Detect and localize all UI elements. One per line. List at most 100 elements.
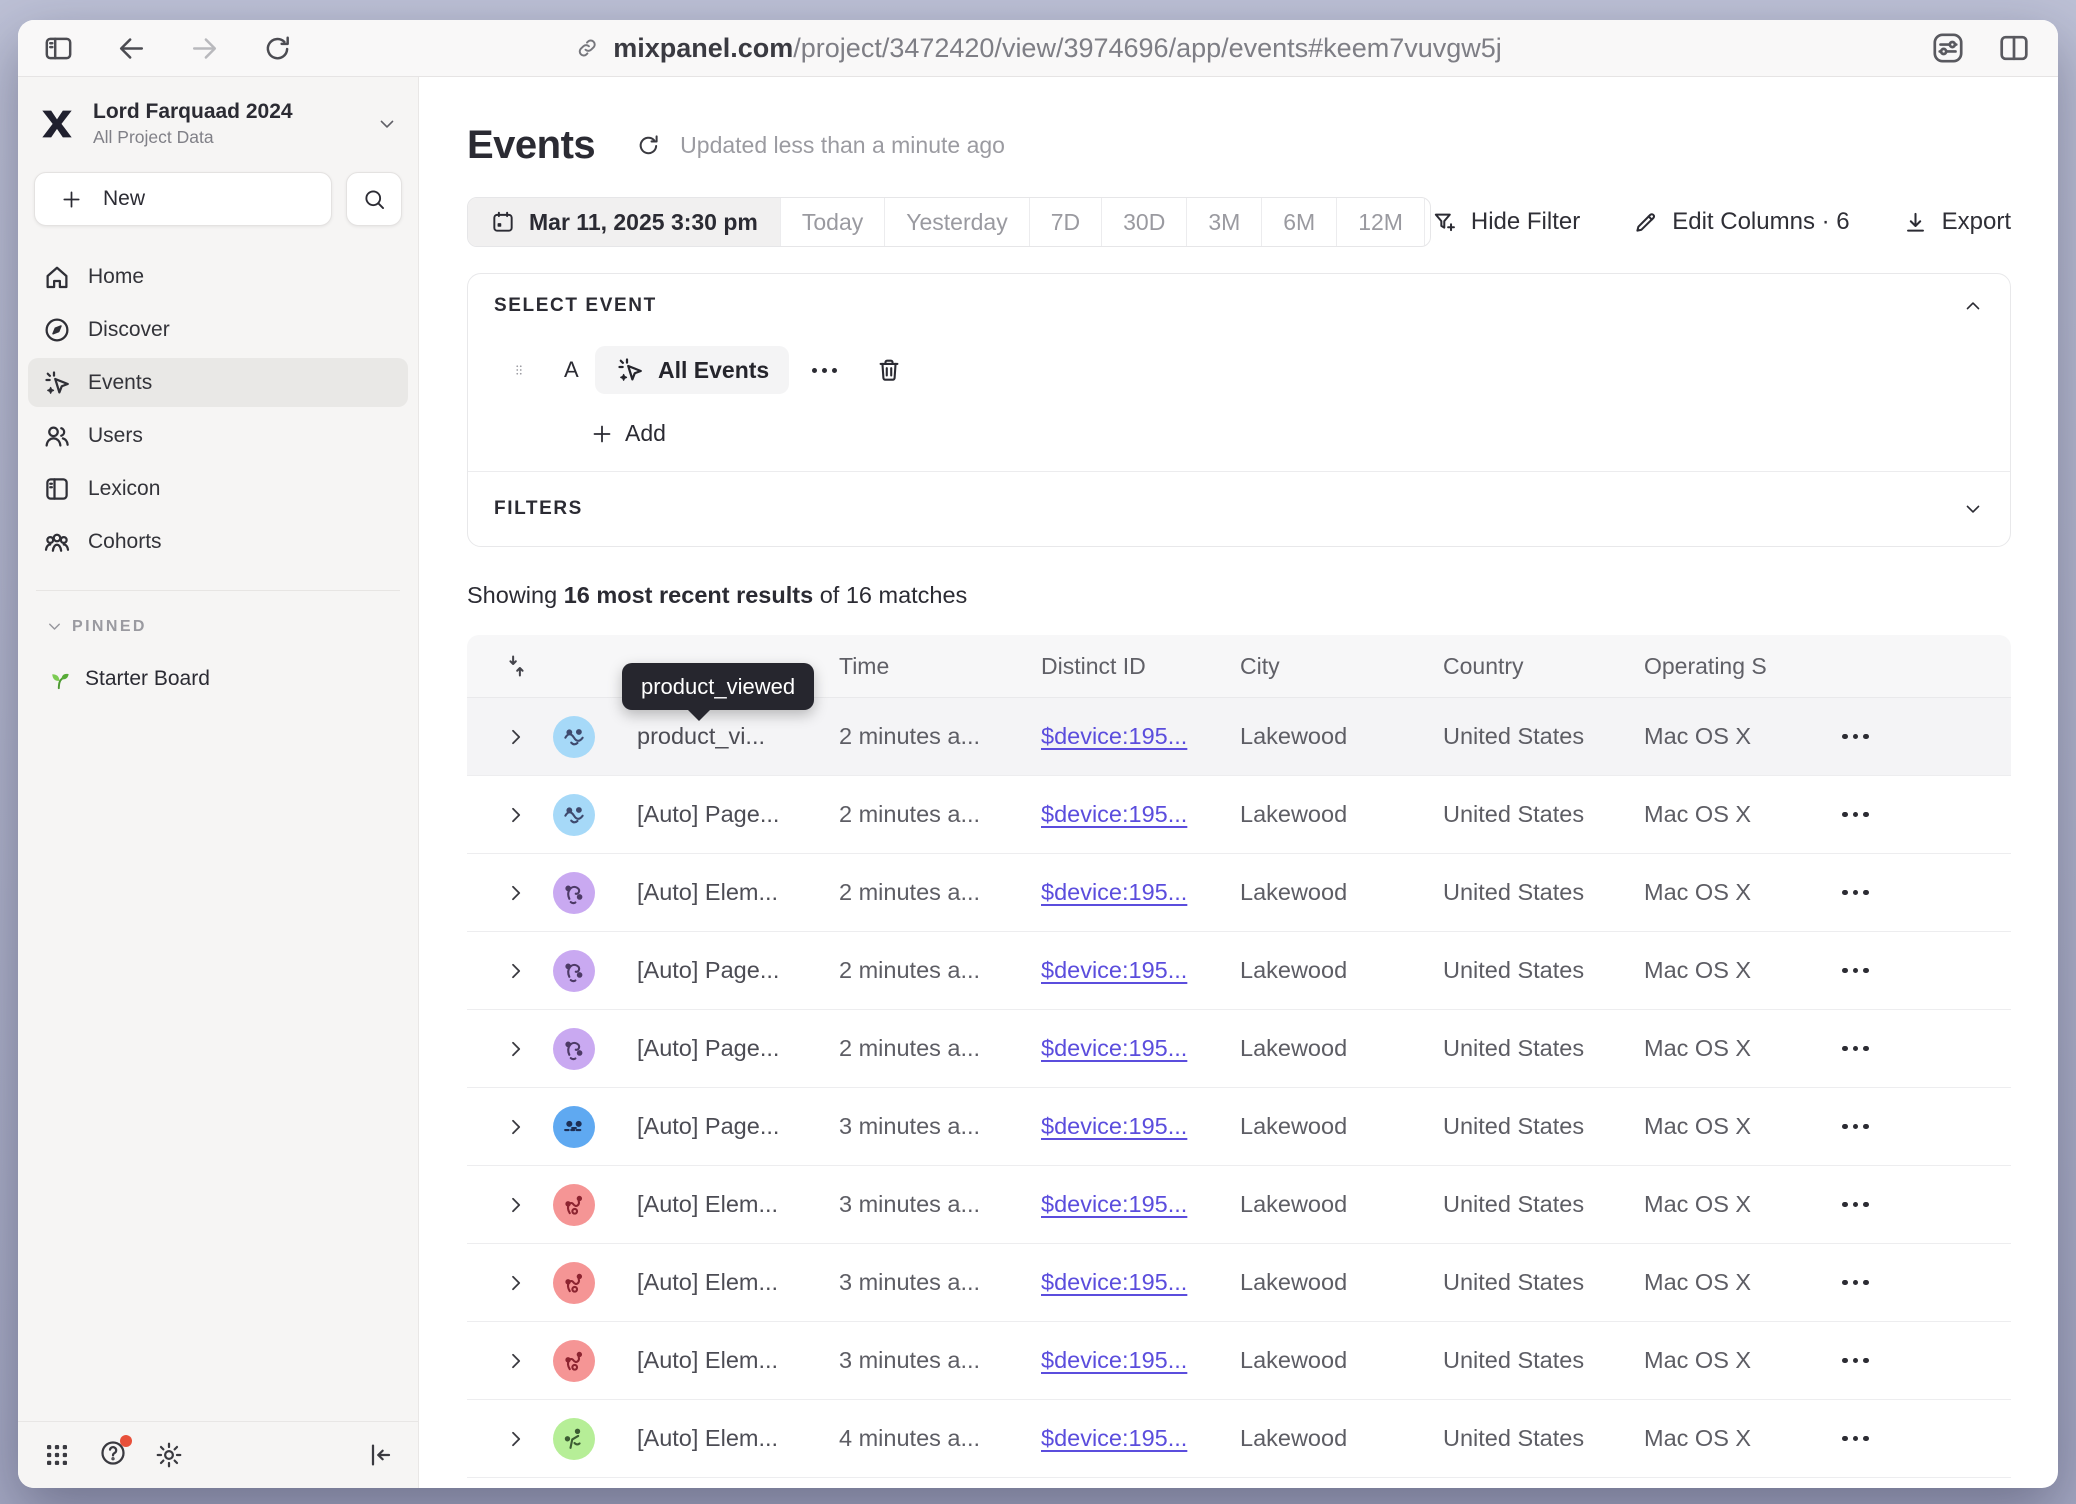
table-row[interactable]: [Auto] Elem... 3 minutes a... $device:19… (467, 1166, 2011, 1244)
apps-grid-icon[interactable] (42, 1440, 72, 1470)
collapse-rows-icon[interactable] (503, 651, 530, 681)
row-expand-chevron[interactable] (503, 698, 529, 775)
date-preset-xtd[interactable]: XTD (1424, 198, 1431, 246)
table-row[interactable]: [Auto] Page... 3 minutes a... $device:19… (467, 1088, 2011, 1166)
page-settings-icon[interactable] (1930, 30, 1966, 66)
chevron-up-icon[interactable] (1962, 295, 1984, 317)
sidebar-item-users[interactable]: Users (28, 411, 408, 460)
cell-os: Mac OS X (1644, 1400, 1751, 1477)
table-row[interactable]: [Auto] Page... 2 minutes a... $device:19… (467, 932, 2011, 1010)
drag-handle-icon[interactable] (512, 357, 526, 383)
row-expand-chevron[interactable] (503, 1088, 529, 1165)
gear-icon[interactable] (154, 1440, 184, 1470)
date-preset-7d[interactable]: 7D (1029, 198, 1101, 246)
row-expand-chevron[interactable] (503, 854, 529, 931)
column-header-os[interactable]: Operating S (1644, 635, 1767, 697)
collapse-sidebar-icon[interactable] (364, 1440, 394, 1470)
sidebar-toggle-icon[interactable] (42, 32, 75, 65)
row-expand-chevron[interactable] (503, 932, 529, 1009)
split-view-icon[interactable] (1996, 30, 2032, 66)
table-row[interactable]: [Auto] Elem... 2 minutes a... $device:19… (467, 854, 2011, 932)
row-expand-chevron[interactable] (503, 1478, 529, 1488)
page-title: Events (467, 123, 595, 168)
project-switcher[interactable]: Lord Farquaad 2024 All Project Data (18, 77, 418, 148)
pinned-section-header[interactable]: PINNED (18, 617, 418, 636)
trash-icon[interactable] (875, 356, 903, 384)
cell-country: United States (1443, 1400, 1584, 1477)
row-more-button[interactable] (1842, 698, 1892, 775)
edit-columns-button[interactable]: Edit Columns · 6 (1632, 208, 1849, 236)
row-more-button[interactable] (1842, 1322, 1892, 1399)
column-header-country[interactable]: Country (1443, 635, 1524, 697)
row-more-button[interactable] (1842, 1166, 1892, 1243)
sidebar-item-cohorts[interactable]: Cohorts (28, 517, 408, 566)
row-more-button[interactable] (1842, 1400, 1892, 1477)
column-header-time[interactable]: Time (839, 635, 889, 697)
date-picker-label: Mar 11, 2025 3:30 pm (529, 209, 758, 236)
row-expand-chevron[interactable] (503, 1166, 529, 1243)
row-more-button[interactable] (1842, 854, 1892, 931)
forward-icon[interactable] (188, 32, 221, 65)
cell-distinct-id[interactable]: $device:195... (1041, 698, 1187, 775)
column-header-distinct-id[interactable]: Distinct ID (1041, 635, 1146, 697)
refresh-icon[interactable] (635, 132, 662, 159)
address-bar[interactable]: mixpanel.com/project/3472420/view/397469… (574, 20, 1502, 76)
reload-icon[interactable] (261, 32, 294, 65)
date-preset-yesterday[interactable]: Yesterday (884, 198, 1028, 246)
row-expand-chevron[interactable] (503, 1400, 529, 1477)
date-preset-12m[interactable]: 12M (1336, 198, 1424, 246)
table-row[interactable]: [Auto] Elem... 4 minutes a... $device:19… (467, 1478, 2011, 1488)
export-button[interactable]: Export (1902, 208, 2011, 236)
row-more-button[interactable] (1842, 932, 1892, 1009)
date-preset-30d[interactable]: 30D (1101, 198, 1186, 246)
row-more-button[interactable] (1842, 1478, 1892, 1488)
row-more-button[interactable] (1842, 1088, 1892, 1165)
add-event-button[interactable]: Add (494, 420, 1984, 447)
chevron-down-icon[interactable] (376, 113, 398, 135)
browser-actions (1930, 30, 2058, 66)
cell-city: Lakewood (1240, 1400, 1347, 1477)
row-expand-chevron[interactable] (503, 1244, 529, 1321)
sidebar-item-discover[interactable]: Discover (28, 305, 408, 354)
sidebar-item-lexicon[interactable]: Lexicon (28, 464, 408, 513)
cell-distinct-id[interactable]: $device:195... (1041, 1400, 1187, 1477)
date-preset-today[interactable]: Today (780, 198, 884, 246)
event-avatar (553, 950, 595, 992)
cell-distinct-id[interactable]: $device:195... (1041, 1166, 1187, 1243)
table-row[interactable]: [Auto] Page... 2 minutes a... $device:19… (467, 1010, 2011, 1088)
row-more-button[interactable] (1842, 1244, 1892, 1321)
cell-distinct-id[interactable]: $device:195... (1041, 1478, 1187, 1488)
chevron-down-icon[interactable] (1962, 498, 1984, 520)
row-more-button[interactable] (1842, 776, 1892, 853)
cell-distinct-id[interactable]: $device:195... (1041, 1322, 1187, 1399)
sidebar-item-home[interactable]: Home (28, 252, 408, 301)
date-preset-6m[interactable]: 6M (1261, 198, 1336, 246)
cell-distinct-id[interactable]: $device:195... (1041, 1244, 1187, 1321)
row-expand-chevron[interactable] (503, 776, 529, 853)
hide-filter-button[interactable]: Hide Filter (1431, 208, 1580, 236)
date-picker-button[interactable]: Mar 11, 2025 3:30 pm (468, 198, 780, 246)
cell-distinct-id[interactable]: $device:195... (1041, 932, 1187, 1009)
cell-distinct-id[interactable]: $device:195... (1041, 1088, 1187, 1165)
row-more-button[interactable] (1842, 1010, 1892, 1087)
search-button[interactable] (346, 172, 402, 226)
column-header-city[interactable]: City (1240, 635, 1280, 697)
cell-distinct-id[interactable]: $device:195... (1041, 854, 1187, 931)
table-row[interactable]: [Auto] Page... 2 minutes a... $device:19… (467, 776, 2011, 854)
select-event-title: SELECT EVENT (494, 295, 657, 317)
sidebar-item-starter-board[interactable]: Starter Board (18, 666, 418, 692)
event-selector-chip[interactable]: All Events (595, 346, 789, 394)
row-expand-chevron[interactable] (503, 1322, 529, 1399)
sidebar-item-events[interactable]: Events (28, 358, 408, 407)
date-preset-3m[interactable]: 3M (1186, 198, 1261, 246)
cell-distinct-id[interactable]: $device:195... (1041, 1010, 1187, 1087)
cell-distinct-id[interactable]: $device:195... (1041, 776, 1187, 853)
table-row[interactable]: [Auto] Elem... 4 minutes a... $device:19… (467, 1400, 2011, 1478)
table-row[interactable]: [Auto] Elem... 3 minutes a... $device:19… (467, 1322, 2011, 1400)
help-button[interactable] (98, 1438, 128, 1473)
back-icon[interactable] (115, 32, 148, 65)
event-more-button[interactable] (812, 368, 837, 373)
table-row[interactable]: [Auto] Elem... 3 minutes a... $device:19… (467, 1244, 2011, 1322)
new-button[interactable]: New (34, 172, 332, 226)
row-expand-chevron[interactable] (503, 1010, 529, 1087)
